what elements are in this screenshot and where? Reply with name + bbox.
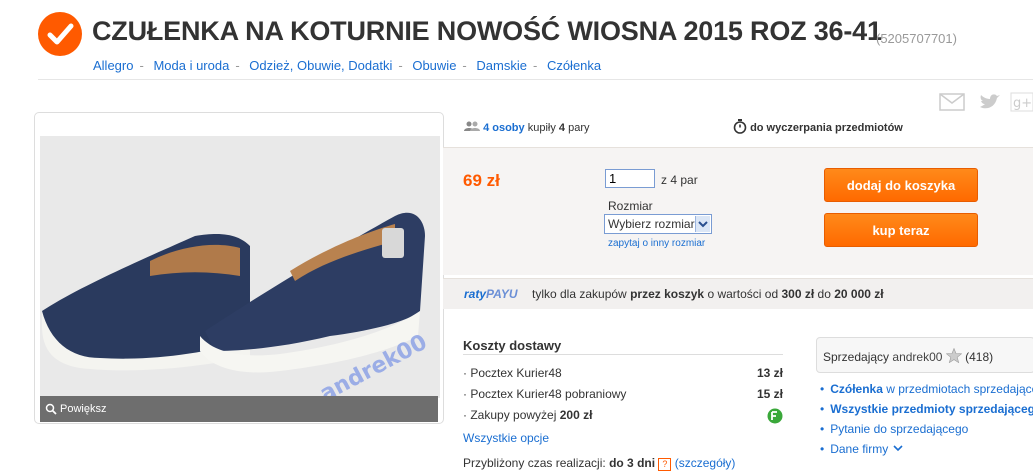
seller-rating[interactable]: (418)	[965, 350, 993, 364]
buyers-qty: 4	[558, 122, 566, 134]
buyers-text: kupiły	[527, 122, 556, 134]
ratypayu-logo: ratyPAYU	[464, 287, 518, 301]
buyers-info: 4 osoby kupiły 4 pary	[464, 121, 589, 134]
divider	[38, 79, 1033, 80]
breadcrumb-item[interactable]: Odzież, Obuwie, Dodatki	[249, 58, 392, 73]
details-link[interactable]: (szczegóły)	[675, 456, 736, 470]
buyers-count-link[interactable]: 4 osoby	[483, 122, 525, 134]
chevron-down-icon	[695, 216, 710, 232]
zoom-bar[interactable]: Powiększ	[40, 396, 438, 422]
product-gallery[interactable]: andrek00 Powiększ	[34, 112, 444, 424]
svg-text:g+: g+	[1013, 96, 1032, 111]
seller-link[interactable]: • Dane firmy	[820, 442, 904, 456]
free-shipping-icon	[767, 408, 783, 427]
seller-link[interactable]: • Wszystkie przedmioty sprzedającego	[820, 402, 1033, 416]
chevron-down-icon	[892, 442, 904, 456]
buyers-unit: pary	[568, 122, 590, 134]
check-icon	[47, 23, 74, 45]
help-icon[interactable]: ?	[658, 458, 672, 471]
availability-text: do wyczerpania przedmiotów	[750, 122, 903, 134]
availability-info: do wyczerpania przedmiotów	[733, 119, 903, 134]
breadcrumb-item[interactable]: Damskie	[476, 58, 527, 73]
seller-box: Sprzedający andrek00 (418)	[816, 337, 1033, 373]
seller-link[interactable]: • Pytanie do sprzedającego	[820, 422, 968, 436]
allegro-check-logo[interactable]	[38, 12, 82, 56]
divider	[463, 354, 783, 355]
quantity-available: z 4 par	[661, 173, 698, 187]
twitter-share-icon[interactable]	[978, 92, 1002, 112]
add-to-cart-button[interactable]: dodaj do koszyka	[824, 168, 978, 202]
users-icon	[464, 121, 480, 131]
breadcrumb-item[interactable]: Allegro	[93, 58, 133, 73]
seller-link[interactable]: •Czółenka w przedmiotach sprzedającego	[820, 382, 1033, 396]
installments-text: tylko dla zakupów przez koszyk o wartośc…	[532, 287, 884, 301]
breadcrumb-item[interactable]: Moda i uroda	[153, 58, 229, 73]
zoom-label: Powiększ	[60, 403, 107, 415]
size-label: Rozmiar	[608, 199, 653, 213]
stopwatch-icon	[733, 119, 747, 134]
email-share-icon[interactable]	[939, 92, 965, 112]
breadcrumb-item[interactable]: Obuwie	[412, 58, 456, 73]
breadcrumb: Allegro - Moda i uroda - Odzież, Obuwie, D…	[93, 58, 602, 73]
star-icon	[945, 347, 965, 364]
buy-now-button[interactable]: kup teraz	[824, 213, 978, 247]
realization-time: Przybliżony czas realizacji: do 3 dni ? …	[463, 456, 736, 471]
size-select[interactable]: Wybierz rozmiar	[604, 214, 712, 234]
all-shipping-options-link[interactable]: Wszystkie opcje	[463, 431, 549, 445]
magnifier-icon	[45, 403, 57, 415]
product-photo[interactable]: andrek00	[40, 136, 440, 407]
price: 69 zł	[463, 171, 500, 190]
size-select-value: Wybierz rozmiar	[608, 217, 695, 231]
breadcrumb-item[interactable]: Czółenka	[547, 58, 601, 73]
ask-size-link[interactable]: zapytaj o inny rozmiar	[608, 238, 705, 249]
google-plus-share-icon[interactable]: g+	[1010, 92, 1033, 112]
page-title: CZUŁENKA NA KOTURNIE NOWOŚĆ WIOSNA 2015 …	[92, 16, 882, 46]
seller-label: Sprzedający	[823, 350, 890, 364]
shipping-title: Koszty dostawy	[463, 338, 562, 353]
seller-name[interactable]: andrek00	[892, 350, 942, 364]
quantity-input[interactable]	[605, 169, 655, 188]
purchase-panel	[443, 147, 1033, 275]
item-id: (5205707701)	[876, 31, 957, 46]
